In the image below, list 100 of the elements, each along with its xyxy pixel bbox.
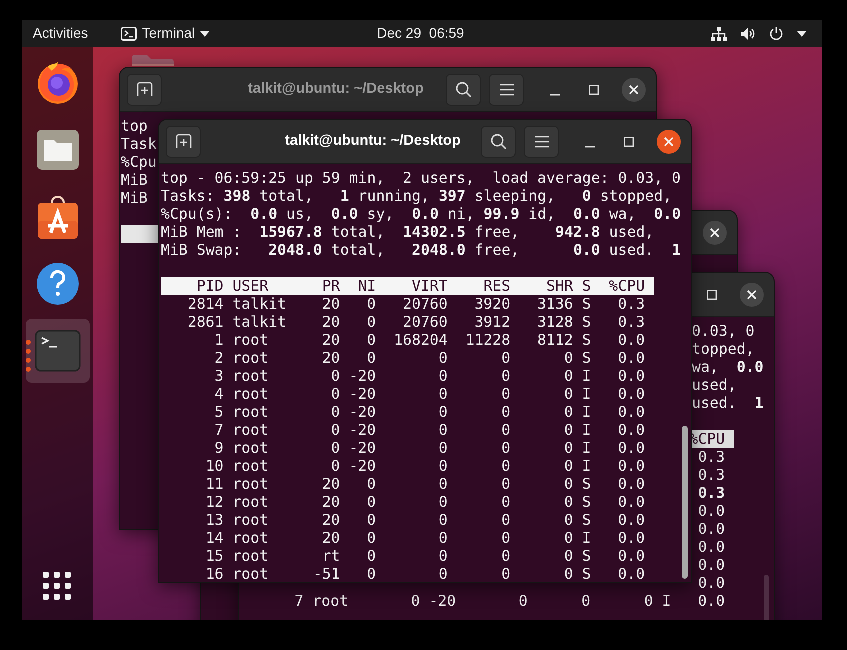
table-cell-text: 3136 — [536, 295, 574, 313]
table-cell-text: 0.0 — [617, 403, 646, 421]
maximize-icon — [707, 290, 717, 300]
activities-button[interactable]: Activities — [33, 23, 88, 44]
table-cell-text: 0 — [563, 565, 574, 582]
table-cell-text: -20 — [348, 367, 376, 385]
table-cell-text: 20760 — [402, 295, 448, 313]
table-cell-text: 168204 — [393, 331, 448, 349]
close-button[interactable] — [703, 220, 727, 244]
table-cell-text: 20 — [321, 331, 340, 349]
minimize-icon — [550, 94, 560, 96]
column-header: S — [581, 277, 592, 295]
table-cell-text: 0 — [330, 385, 340, 403]
search-button[interactable] — [481, 126, 516, 158]
table-cell-text: 0 — [438, 457, 448, 475]
table-cell-text: I — [581, 439, 592, 457]
table-cell-text: S — [581, 313, 592, 331]
table-cell-text: 0 — [438, 493, 448, 511]
table-cell-text: 2861 — [186, 313, 224, 331]
table-cell-text: 0.0 — [617, 457, 646, 475]
table-cell-text: 0 — [366, 565, 376, 582]
table-cell-text: I — [661, 592, 672, 610]
table-cell-text: 0 — [330, 367, 340, 385]
table-cell-text: 0 — [563, 529, 574, 547]
menu-button[interactable] — [489, 74, 524, 106]
table-cell-text: 0 — [438, 349, 448, 367]
close-icon — [747, 290, 757, 300]
table-cell-text: 0.0 — [617, 421, 646, 439]
table-cell-text: 0 — [580, 592, 591, 610]
power-icon[interactable] — [769, 26, 784, 41]
close-button[interactable] — [740, 282, 764, 306]
table-cell-text: 3128 — [536, 313, 574, 331]
table-cell-text: -20 — [348, 457, 376, 475]
table-cell-text: 0 — [563, 439, 574, 457]
table-cell-text: 20 — [321, 511, 340, 529]
table-cell-text: 15 — [204, 547, 224, 565]
table-cell-text: root — [232, 439, 270, 457]
close-button[interactable] — [622, 78, 646, 102]
new-tab-button[interactable] — [166, 126, 201, 158]
table-cell-text: I — [581, 529, 592, 547]
table-cell-text: 2814 — [186, 295, 224, 313]
close-icon — [629, 84, 639, 94]
network-icon[interactable] — [711, 26, 727, 40]
table-cell-text: 20 — [321, 313, 340, 331]
app-menu[interactable]: Terminal — [121, 20, 210, 47]
table-cell-text: root — [232, 349, 270, 367]
table-cell-text: 0 — [330, 403, 340, 421]
table-cell-text: 0 — [563, 367, 574, 385]
table-cell-text: 0.0 — [697, 502, 726, 520]
table-cell-text: 0 — [438, 547, 448, 565]
table-cell-text: 0.0 — [617, 547, 646, 565]
menu-button[interactable] — [524, 126, 559, 158]
table-cell-text: 0 — [410, 592, 420, 610]
terminal-line: used. 1 — [692, 394, 764, 412]
table-cell-text: 0.0 — [617, 349, 646, 367]
search-icon — [490, 134, 506, 150]
table-cell-text: S — [581, 349, 592, 367]
column-header: PR — [321, 277, 340, 295]
table-cell-text: 20 — [321, 295, 340, 313]
clock[interactable]: Dec 29 06:59 — [377, 23, 464, 44]
table-cell-text: 0 — [500, 349, 511, 367]
table-cell-text: 1 — [214, 331, 224, 349]
column-header: NI — [357, 277, 376, 295]
table-cell-text: 0 — [366, 313, 376, 331]
close-button[interactable] — [657, 130, 681, 154]
table-cell-text: 0 — [500, 421, 511, 439]
table-cell-text: 0.3 — [617, 295, 646, 313]
table-cell-text: 0 — [500, 565, 511, 582]
table-cell-text: -20 — [348, 403, 376, 421]
table-cell-text: 2 — [214, 349, 224, 367]
table-cell-text: root — [232, 457, 270, 475]
terminal-line: used, — [692, 376, 737, 394]
table-cell-text: 0 — [366, 547, 376, 565]
table-cell-text: root — [232, 331, 270, 349]
table-cell-text: 0 — [366, 295, 376, 313]
apps-grid-icon[interactable] — [43, 572, 71, 600]
volume-icon[interactable] — [740, 26, 756, 40]
table-cell-text: 0 — [500, 511, 511, 529]
search-button[interactable] — [446, 74, 481, 106]
close-icon — [710, 228, 720, 238]
column-header: USER — [232, 277, 270, 295]
table-cell-text: root — [232, 421, 270, 439]
terminal-line: Task — [121, 135, 157, 153]
table-cell-text: 3912 — [474, 313, 511, 331]
table-cell-text: 0 — [330, 421, 340, 439]
new-tab-button[interactable] — [127, 74, 162, 106]
table-cell-text: 0.0 — [617, 493, 646, 511]
table-cell-text: 0 — [643, 592, 654, 610]
table-cell-text: root — [312, 592, 350, 610]
table-cell-text: S — [581, 565, 592, 582]
terminal-line: top — [121, 117, 148, 135]
table-cell-text: 0.3 — [697, 448, 726, 466]
table-cell-text: root — [232, 565, 270, 582]
caret-icon[interactable] — [797, 30, 807, 36]
terminal-line: %Cpu(s): 0.0 us, 0.0 sy, 0.0 ni, 99.9 id, 0.0 wa, 0.0 — [161, 205, 682, 223]
minimize-icon — [585, 146, 595, 148]
table-cell-text: -20 — [348, 385, 376, 403]
table-cell-text: 0.3 — [617, 313, 646, 331]
table-cell-text: 0.0 — [697, 592, 726, 610]
table-cell-text: 0 — [366, 493, 376, 511]
